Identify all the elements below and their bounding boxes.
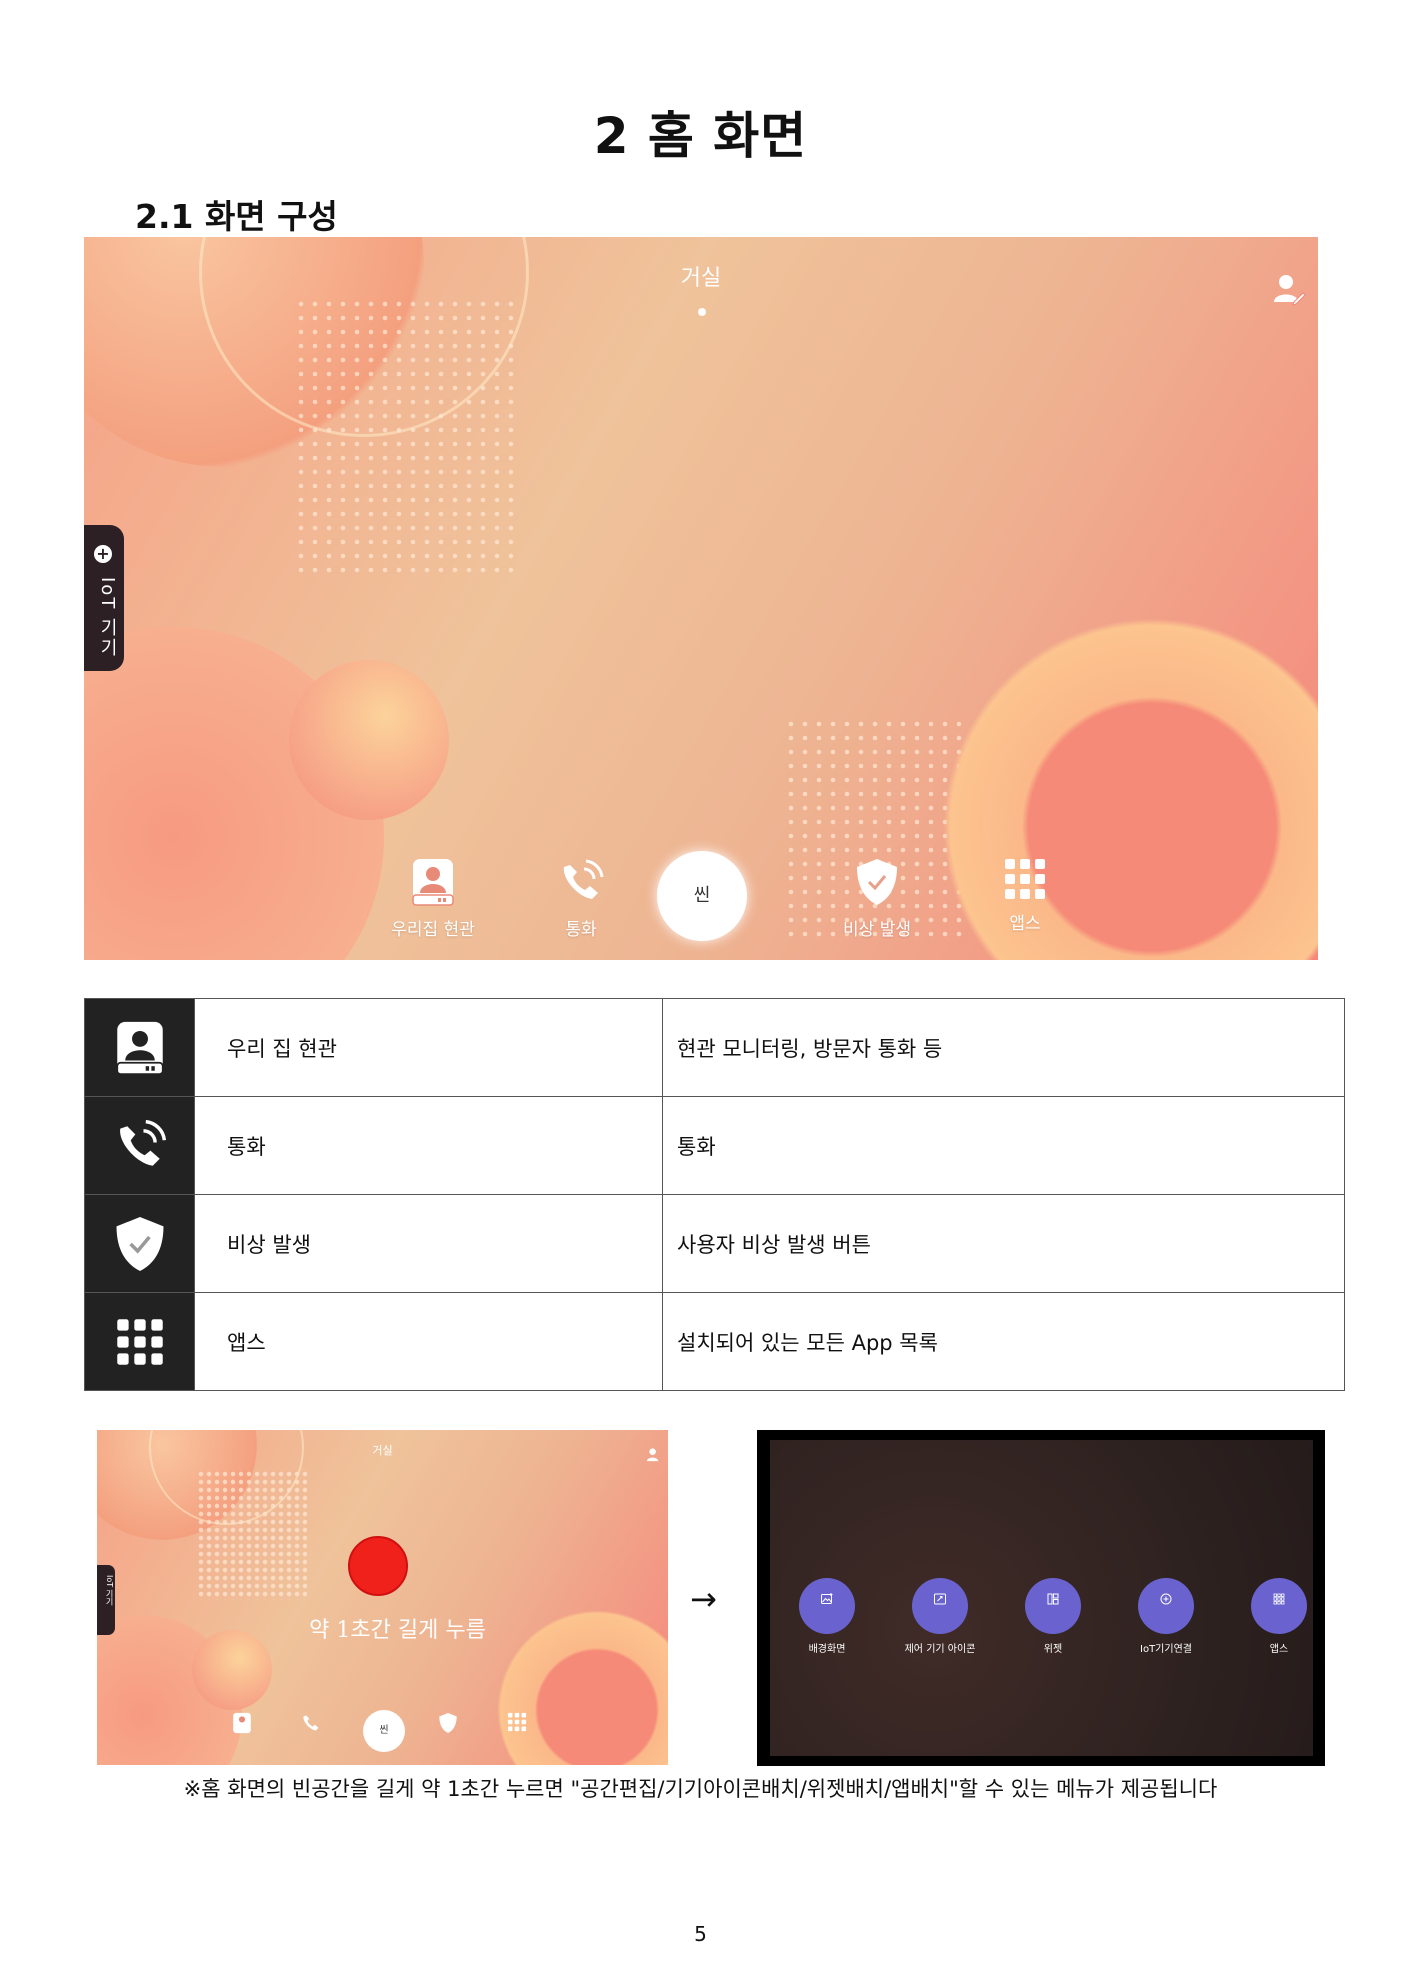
arrow-icon: → <box>690 1580 717 1618</box>
apps-grid-icon <box>507 1712 527 1732</box>
table-icon-cell <box>84 1096 195 1195</box>
table-row: 앱스 설치되어 있는 모든 App 목록 <box>84 1292 1345 1391</box>
feature-description: 사용자 비상 발생 버튼 <box>662 1194 1345 1293</box>
decor-circle <box>289 660 449 820</box>
phone-icon <box>119 1119 166 1166</box>
page-indicator <box>698 308 706 316</box>
device-icon-edit-icon <box>934 1593 946 1605</box>
iot-tab-label: IoT 기기 <box>97 577 118 659</box>
decor-dots <box>197 1470 307 1600</box>
press-indicator <box>348 1536 408 1596</box>
table-row: 우리 집 현관 현관 모니터링, 방문자 통화 등 <box>84 998 1345 1097</box>
shield-check-icon <box>439 1713 457 1733</box>
wallpaper-icon <box>821 1593 833 1604</box>
footnote: ※홈 화면의 빈공간을 길게 약 1초간 누르면 "공간편집/기기아이콘배치/위… <box>183 1777 1218 1801</box>
dock-item-apps <box>487 1712 547 1734</box>
table-icon-cell <box>84 1194 195 1293</box>
iot-device-tab[interactable]: + IoT 기기 <box>84 525 124 671</box>
dock-item-call <box>281 1712 341 1736</box>
apps-grid-icon <box>116 1318 163 1365</box>
apps-grid-icon <box>1005 859 1045 899</box>
feature-description: 통화 <box>662 1096 1345 1195</box>
menu-label: 위젯 <box>1043 1644 1063 1655</box>
decor-dots <box>294 297 514 577</box>
room-label: 거실 <box>680 266 722 291</box>
table-row: 비상 발생 사용자 비상 발생 버튼 <box>84 1194 1345 1293</box>
shield-check-icon <box>116 1216 163 1271</box>
door-intercom-icon <box>412 859 454 906</box>
menu-item-widget[interactable]: 위젯 <box>1008 1578 1098 1655</box>
plus-icon: + <box>94 545 112 563</box>
menu-item-wallpaper[interactable]: 배경화면 <box>782 1578 872 1655</box>
phone-icon <box>563 859 604 899</box>
apps-grid-icon <box>1273 1593 1285 1605</box>
section-heading: 2.1 화면 구성 <box>135 197 338 236</box>
dock-label: 우리집 현관 <box>391 920 475 940</box>
table-icon-cell <box>84 1292 195 1391</box>
widget-icon <box>1047 1593 1059 1605</box>
feature-table: 우리 집 현관 현관 모니터링, 방문자 통화 등 통화 통화 비상 발생 사용… <box>84 998 1345 1391</box>
home-screen-screenshot: 거실 + IoT 기기 우리집 현관 통화 씬 비상 발생 앱스 <box>84 237 1318 960</box>
table-icon-cell <box>84 998 195 1097</box>
scene-button[interactable]: 씬 <box>657 851 747 941</box>
feature-name: 비상 발생 <box>194 1194 663 1293</box>
door-intercom-icon <box>115 1021 164 1075</box>
dock-item-front-door <box>212 1712 272 1736</box>
feature-description: 설치되어 있는 모든 App 목록 <box>662 1292 1345 1391</box>
door-intercom-icon <box>233 1712 251 1734</box>
menu-item-apps[interactable]: 앱스 <box>1234 1578 1324 1655</box>
menu-label: 제어 기기 아이콘 <box>904 1644 976 1655</box>
room-label: 거실 <box>372 1444 393 1457</box>
add-circle-icon <box>1160 1593 1172 1605</box>
dock-item-emergency <box>418 1712 478 1736</box>
edit-menu-overlay: 배경화면 제어 기기 아이콘 위젯 IoT기기연결 앱스 <box>770 1440 1313 1756</box>
dock-item-front-door[interactable]: 우리집 현관 <box>378 857 488 940</box>
long-press-screenshot: 거실 IoT 기기 약 1초간 길게 누름 씬 <box>97 1430 668 1765</box>
user-edit-icon <box>646 1447 662 1467</box>
user-edit-icon[interactable] <box>1272 272 1306 306</box>
page-title: 2 홈 화면 <box>593 107 808 165</box>
dock-label: 통화 <box>565 920 597 940</box>
menu-label: 배경화면 <box>808 1644 846 1655</box>
menu-item-iot-connect[interactable]: IoT기기연결 <box>1121 1578 1211 1655</box>
page-number: 5 <box>694 1922 707 1946</box>
edit-menu-screenshot: 배경화면 제어 기기 아이콘 위젯 IoT기기연결 앱스 <box>757 1430 1325 1766</box>
dock-label: 비상 발생 <box>843 920 911 940</box>
feature-description: 현관 모니터링, 방문자 통화 등 <box>662 998 1345 1097</box>
dock-item-apps[interactable]: 앱스 <box>970 857 1080 934</box>
scene-button: 씬 <box>363 1710 405 1752</box>
dock-label: 앱스 <box>1009 914 1041 934</box>
dock-item-emergency[interactable]: 비상 발생 <box>822 857 932 940</box>
phone-icon <box>303 1715 319 1731</box>
shield-check-icon <box>857 859 897 905</box>
menu-label: IoT기기연결 <box>1140 1644 1192 1655</box>
menu-item-device-icons[interactable]: 제어 기기 아이콘 <box>895 1578 985 1655</box>
feature-name: 통화 <box>194 1096 663 1195</box>
feature-name: 앱스 <box>194 1292 663 1391</box>
long-press-hint: 약 1초간 길게 누름 <box>309 1618 486 1643</box>
feature-name: 우리 집 현관 <box>194 998 663 1097</box>
menu-label: 앱스 <box>1269 1644 1289 1655</box>
dock-item-call[interactable]: 통화 <box>526 857 636 940</box>
table-row: 통화 통화 <box>84 1096 1345 1195</box>
